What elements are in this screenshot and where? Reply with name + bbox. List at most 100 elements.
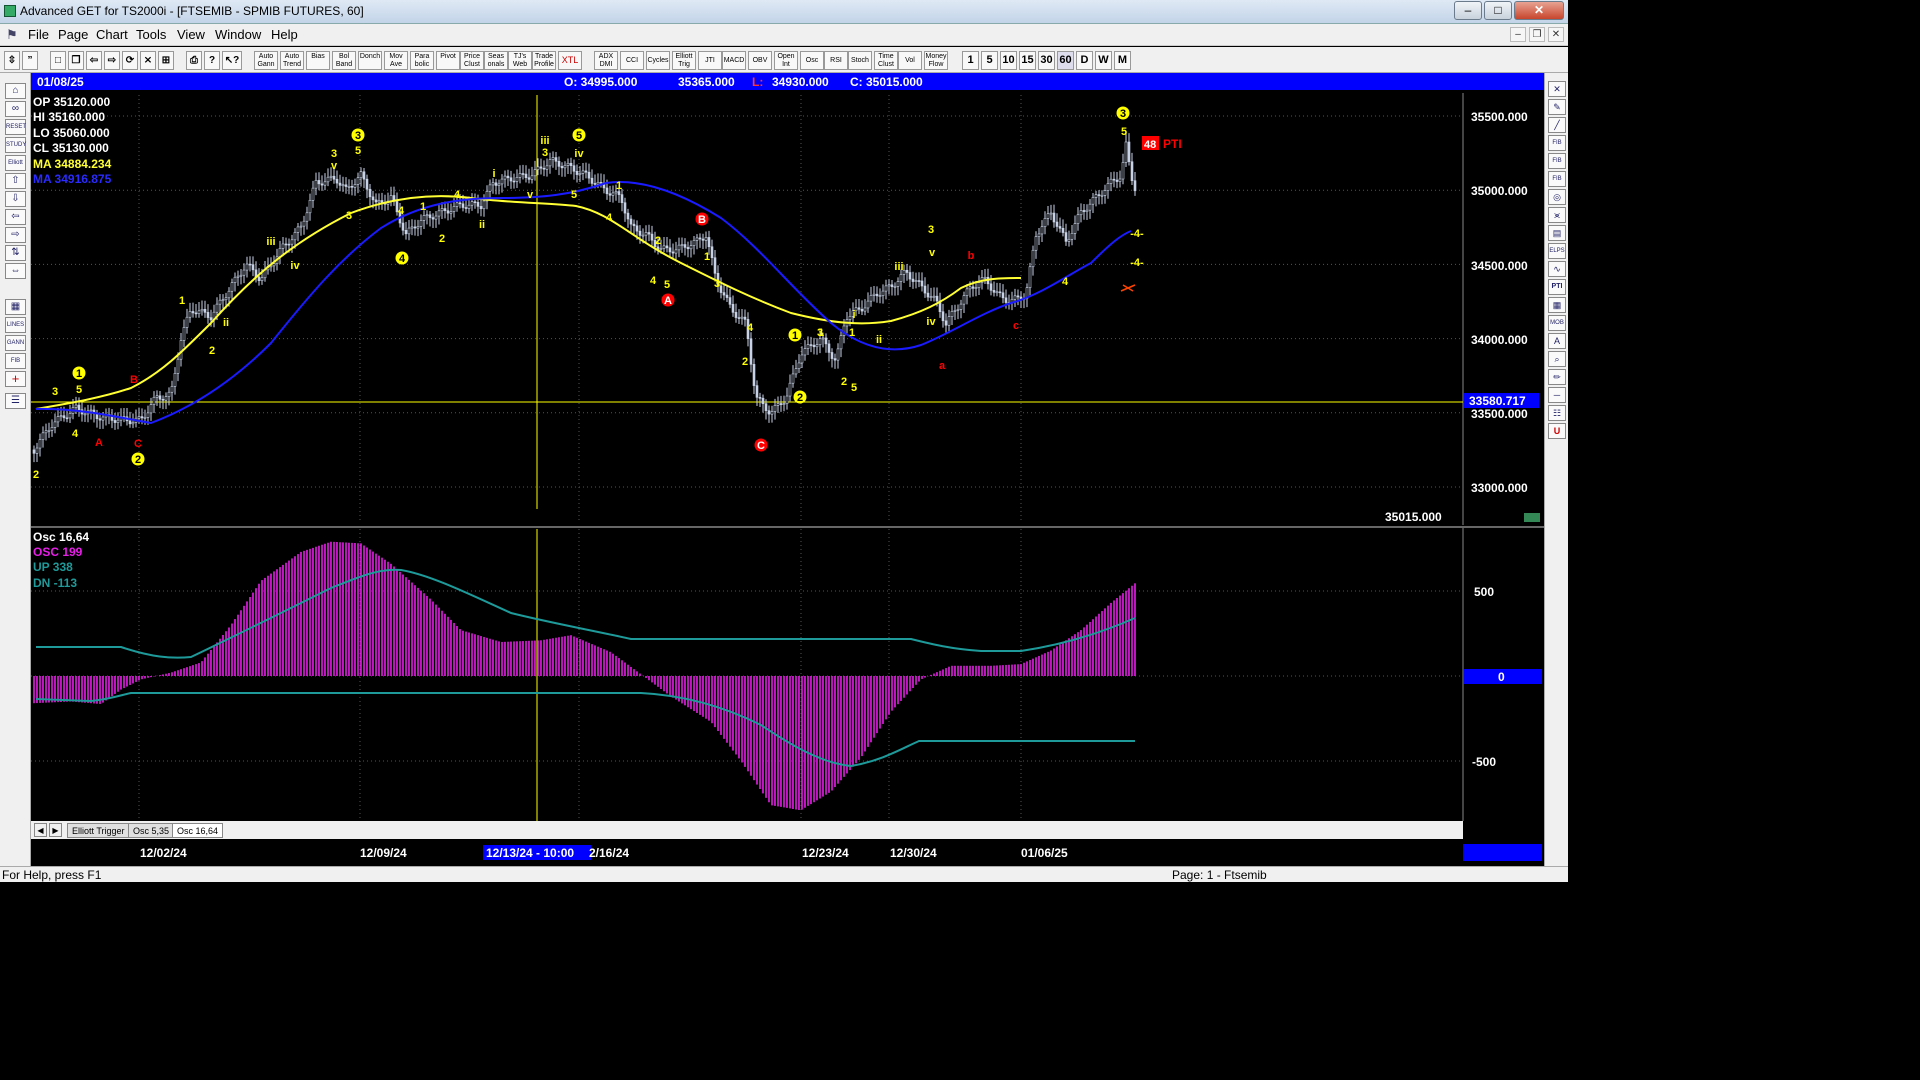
properties-icon[interactable]: ☰	[5, 393, 26, 409]
pointer-icon[interactable]: ⇳	[4, 51, 20, 70]
fib-icon[interactable]: FIB	[5, 353, 26, 369]
close-button[interactable]: ✕	[1514, 1, 1564, 20]
compress-icon[interactable]: ⇅	[5, 245, 26, 261]
trendline-icon[interactable]: ╱	[1548, 117, 1566, 133]
menu-view[interactable]: View	[177, 27, 205, 42]
arrow-up-icon[interactable]: ⇧	[5, 173, 26, 189]
text-icon[interactable]: A	[1548, 333, 1566, 349]
new-page-icon[interactable]: □	[50, 51, 66, 70]
arrow-down-icon[interactable]: ⇩	[5, 191, 26, 207]
auto-gann-button[interactable]: Auto Gann	[254, 51, 278, 70]
binoculars-icon[interactable]: ∞	[5, 101, 26, 117]
tjs-web-button[interactable]: TJ's Web	[508, 51, 532, 70]
interval-5-button[interactable]: 5	[981, 51, 998, 70]
macd-button[interactable]: MACD	[722, 51, 746, 70]
menu-chart[interactable]: Chart	[96, 27, 128, 42]
jti-button[interactable]: JTI	[698, 51, 722, 70]
refresh-icon[interactable]: ⟳	[122, 51, 138, 70]
wave-icon[interactable]: ∿	[1548, 261, 1566, 277]
seasonals-button[interactable]: Seas onals	[484, 51, 508, 70]
minimize-button[interactable]: –	[1454, 1, 1482, 20]
fan-icon[interactable]: ⪤	[1548, 207, 1566, 223]
reset-icon[interactable]: RESET	[5, 119, 26, 135]
mdi-restore-icon[interactable]: ❐	[1529, 27, 1545, 42]
price-clust-button[interactable]: Price Clust	[460, 51, 484, 70]
interval-60-button[interactable]: 60	[1057, 51, 1074, 70]
chart-mini-icon[interactable]	[1524, 513, 1540, 522]
adx-dmi-button[interactable]: ADX DMI	[594, 51, 618, 70]
ellipse-icon[interactable]: ELPS	[1548, 243, 1566, 259]
tab-next-icon[interactable]: ▶	[49, 823, 62, 837]
interval-d-button[interactable]: D	[1076, 51, 1093, 70]
context-help-icon[interactable]: ↖?	[222, 51, 242, 70]
vol-button[interactable]: Vol	[898, 51, 922, 70]
back-icon[interactable]: ⇦	[86, 51, 102, 70]
chart-area[interactable]: 01/08/25 O: 34995.000 35365.000 L: 34930…	[31, 73, 1544, 866]
open-int-button[interactable]: Open Int	[774, 51, 798, 70]
mob-icon[interactable]: MOB	[1548, 315, 1566, 331]
pivot-button[interactable]: Pivot	[436, 51, 460, 70]
cycles-button[interactable]: Cycles	[646, 51, 670, 70]
copy-icon[interactable]: ❐	[68, 51, 84, 70]
xtl-button[interactable]: XTL	[558, 51, 582, 70]
elliott-trig-button[interactable]: Elliott Trig	[672, 51, 696, 70]
cci-button[interactable]: CCI	[620, 51, 644, 70]
tab-osc-16-64[interactable]: Osc 16,64	[172, 823, 224, 838]
fib-time-icon[interactable]: FIB	[1548, 171, 1566, 187]
channel-icon[interactable]: ▤	[1548, 225, 1566, 241]
elliott-icon[interactable]: Elliott	[5, 155, 26, 171]
mov-ave-button[interactable]: Mov Ave	[384, 51, 408, 70]
menu-help[interactable]: Help	[271, 27, 298, 42]
rsi-button[interactable]: RSI	[824, 51, 848, 70]
maximize-button[interactable]: □	[1484, 1, 1512, 20]
gann-icon[interactable]: GANN	[5, 335, 26, 351]
menu-tools[interactable]: Tools	[136, 27, 166, 42]
time-clust-button[interactable]: Time Clust	[874, 51, 898, 70]
arrow-right-icon[interactable]: ⇨	[5, 227, 26, 243]
menu-window[interactable]: Window	[215, 27, 261, 42]
undo-icon[interactable]: U	[1548, 423, 1566, 439]
arrow-left-icon[interactable]: ⇦	[5, 209, 26, 225]
donch-button[interactable]: Donch	[358, 51, 382, 70]
interval-1-button[interactable]: 1	[962, 51, 979, 70]
cancel-drawing-icon[interactable]: ✕	[1548, 81, 1566, 97]
interval-15-button[interactable]: 15	[1019, 51, 1036, 70]
study-icon[interactable]: STUDY	[5, 137, 26, 153]
open-folder-icon[interactable]: ⌂	[5, 83, 26, 99]
circle-icon[interactable]: ◎	[1548, 189, 1566, 205]
money-flow-button[interactable]: Money Flow	[924, 51, 948, 70]
auto-trend-button[interactable]: Auto Trend	[280, 51, 304, 70]
menu-file[interactable]: File	[28, 27, 49, 42]
tab-elliott-trigger[interactable]: Elliott Trigger	[67, 823, 130, 838]
note-icon[interactable]: ☷	[1548, 405, 1566, 421]
obv-button[interactable]: OBV	[748, 51, 772, 70]
stoch-button[interactable]: Stoch	[848, 51, 872, 70]
osc-button[interactable]: Osc	[800, 51, 824, 70]
interval-w-button[interactable]: W	[1095, 51, 1112, 70]
menu-page[interactable]: Page	[58, 27, 88, 42]
parabolic-button[interactable]: Para bolic	[410, 51, 434, 70]
interval-m-button[interactable]: M	[1114, 51, 1131, 70]
pti-icon[interactable]: PTI	[1548, 279, 1566, 295]
expand-icon[interactable]: ⇔	[5, 263, 26, 279]
mdi-minimize-icon[interactable]: –	[1510, 27, 1526, 42]
fib-ret-icon[interactable]: FIB	[1548, 135, 1566, 151]
mdi-close-icon[interactable]: ✕	[1548, 27, 1564, 42]
interval-30-button[interactable]: 30	[1038, 51, 1055, 70]
grid-tool-icon[interactable]: ▦	[5, 299, 26, 315]
forward-icon[interactable]: ⇨	[104, 51, 120, 70]
lines-icon[interactable]: LINES	[5, 317, 26, 333]
crosshair-icon[interactable]: +	[5, 371, 26, 387]
highlight-icon[interactable]: ✏	[1548, 369, 1566, 385]
table-icon[interactable]: ▦	[1548, 297, 1566, 313]
pencil-icon[interactable]: ✎	[1548, 99, 1566, 115]
fib-ext-icon[interactable]: FIB	[1548, 153, 1566, 169]
bias-button[interactable]: Bias	[306, 51, 330, 70]
tab-osc-5-35[interactable]: Osc 5,35	[128, 823, 175, 838]
trade-profile-button[interactable]: Trade Profile	[532, 51, 556, 70]
magnifier-icon[interactable]: ⌕	[1548, 351, 1566, 367]
quote-icon[interactable]: ”	[22, 51, 38, 70]
ruler-icon[interactable]: ─	[1548, 387, 1566, 403]
interval-10-button[interactable]: 10	[1000, 51, 1017, 70]
print-icon[interactable]: ⎙	[186, 51, 202, 70]
